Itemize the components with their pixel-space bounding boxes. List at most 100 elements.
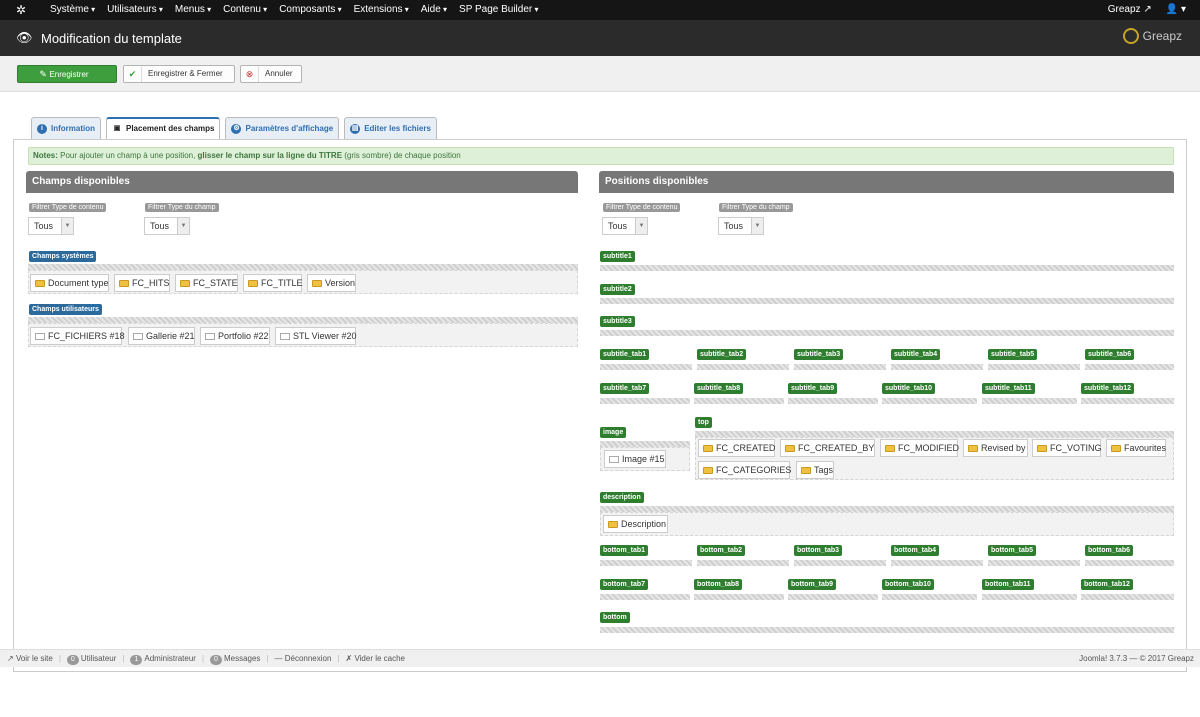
field-item[interactable]: Document type: [30, 274, 109, 292]
field-label: Version: [325, 278, 356, 288]
field-label: Portfolio #22: [218, 331, 269, 341]
position-dropzone[interactable]: [1085, 560, 1174, 566]
field-item[interactable]: Favourites: [1106, 439, 1166, 457]
position-dropzone[interactable]: [697, 364, 789, 370]
menu-components[interactable]: Composants: [273, 0, 347, 20]
position-dropzone[interactable]: [788, 594, 878, 600]
folder-icon: [785, 445, 795, 452]
field-item[interactable]: Version: [307, 274, 356, 292]
tab-label: Placement des champs: [126, 124, 215, 133]
menu-system[interactable]: Système: [44, 0, 101, 20]
cancel-button[interactable]: ⊗ Annuler: [240, 65, 302, 83]
position-dropzone[interactable]: [891, 560, 983, 566]
position-dropzone[interactable]: [600, 560, 692, 566]
content-type-select[interactable]: Tous ▼: [28, 217, 74, 235]
position-dropzone[interactable]: [982, 398, 1077, 404]
position-dropzone[interactable]: [1085, 364, 1174, 370]
field-item[interactable]: FC_CATEGORIES: [698, 461, 791, 479]
position-dropzone[interactable]: [794, 560, 886, 566]
field-item[interactable]: FC_HITS: [114, 274, 170, 292]
field-item[interactable]: FC_FICHIERS #18: [30, 327, 125, 345]
field-item[interactable]: FC_CREATED_BY: [780, 439, 875, 457]
menu-menus[interactable]: Menus: [169, 0, 217, 20]
folder-icon: [35, 280, 45, 287]
tab-edit-files[interactable]: ▤ Editer les fichiers: [344, 117, 437, 139]
field-item[interactable]: FC_TITLE: [243, 274, 303, 292]
field-item[interactable]: Image #15: [604, 450, 666, 468]
users-link[interactable]: 0 Utilisateur: [66, 650, 116, 668]
field-label: STL Viewer #20: [293, 331, 357, 341]
messages-link[interactable]: 0 Messages: [210, 650, 260, 668]
site-link[interactable]: Greapz ↗: [1108, 0, 1152, 20]
position-dropzone[interactable]: [891, 364, 983, 370]
field-item[interactable]: STL Viewer #20: [275, 327, 357, 345]
position-dropzone[interactable]: [600, 398, 690, 404]
note-text: (gris sombre) de chaque position: [342, 151, 461, 160]
position-dropzone[interactable]: [882, 594, 977, 600]
menu-sp-page-builder[interactable]: SP Page Builder: [453, 0, 544, 20]
tab-information[interactable]: i Information: [31, 117, 101, 139]
position-dropzone[interactable]: [988, 560, 1080, 566]
field-item[interactable]: FC_MODIFIED: [880, 439, 959, 457]
field-item[interactable]: FC_CREATED: [698, 439, 775, 457]
content-type-select[interactable]: Tous ▼: [602, 217, 648, 235]
brand-circle-icon: [1122, 28, 1139, 44]
save-label: Enregistrer: [49, 70, 89, 79]
tab-field-placement[interactable]: ▣ Placement des champs: [106, 117, 221, 139]
position-bottom-tab: bottom_tab1: [600, 545, 648, 556]
position-dropzone[interactable]: [982, 594, 1077, 600]
menu-users[interactable]: Utilisateurs: [101, 0, 169, 20]
position-dropzone[interactable]: [988, 364, 1080, 370]
field-item[interactable]: FC_STATE: [175, 274, 238, 292]
position-dropzone[interactable]: [1081, 594, 1174, 600]
messages-label: Messages: [223, 654, 261, 663]
note-text: Pour ajouter un champ à une position,: [57, 151, 198, 160]
joomla-logo-icon[interactable]: ✲: [14, 3, 28, 17]
position-dropzone[interactable]: [697, 560, 789, 566]
field-item[interactable]: Revised by: [963, 439, 1028, 457]
clear-cache-link[interactable]: ✗ Vider le cache: [346, 650, 406, 668]
user-menu[interactable]: 👤 ▾: [1166, 0, 1186, 20]
field-item[interactable]: FC_VOTING: [1032, 439, 1102, 457]
field-type-select[interactable]: Tous ▼: [144, 217, 190, 235]
position-dropzone[interactable]: [694, 594, 784, 600]
position-bottom-tab: bottom_tab7: [600, 579, 648, 590]
field-item[interactable]: Gallerie #21: [128, 327, 195, 345]
field-label: FC_STATE: [193, 278, 238, 288]
position-dropzone[interactable]: [1081, 398, 1174, 404]
menu-help[interactable]: Aide: [415, 0, 453, 20]
admins-link[interactable]: 1 Administrateur: [130, 650, 196, 668]
folder-icon: [180, 280, 190, 287]
menu-extensions[interactable]: Extensions: [348, 0, 415, 20]
position-bottom-tab: bottom_tab3: [794, 545, 842, 556]
position-dropzone[interactable]: [600, 594, 690, 600]
field-label: Tags: [814, 465, 834, 475]
folder-icon: [248, 280, 258, 287]
folder-icon: [968, 445, 978, 452]
position-dropzone[interactable]: [600, 627, 1174, 633]
note-bold: glisser le champ sur la ligne du TITRE: [197, 151, 343, 160]
separator: |: [58, 654, 61, 663]
field-type-select[interactable]: Tous ▼: [718, 217, 764, 235]
logout-link[interactable]: — Déconnexion: [275, 650, 332, 668]
field-item[interactable]: Tags: [796, 461, 834, 479]
position-dropzone[interactable]: [600, 364, 692, 370]
position-dropzone[interactable]: [882, 398, 977, 404]
position-dropzone[interactable]: [600, 298, 1174, 304]
field-item[interactable]: Description: [603, 515, 668, 533]
version-text: Joomla! 3.7.3 — © 2017 Greapz: [1079, 654, 1194, 663]
position-dropzone[interactable]: [600, 330, 1174, 336]
view-site-link[interactable]: ↗ Voir le site: [7, 650, 53, 668]
position-bottom-tab: bottom_tab12: [1081, 579, 1133, 590]
position-dropzone[interactable]: [694, 398, 784, 404]
save-close-button[interactable]: ✔ Enregistrer & Fermer: [123, 65, 235, 83]
tab-display-settings[interactable]: ⚙ Paramètres d'affichage: [225, 117, 340, 139]
menu-content[interactable]: Contenu: [217, 0, 273, 20]
folder-icon: [119, 280, 129, 287]
position-dropzone[interactable]: [600, 265, 1174, 271]
save-button[interactable]: ✎ Enregistrer: [17, 65, 117, 83]
field-item[interactable]: Portfolio #22: [200, 327, 270, 345]
position-dropzone[interactable]: [788, 398, 878, 404]
position-dropzone[interactable]: [794, 364, 886, 370]
status-links: ↗ Voir le site | 0 Utilisateur | 1 Adminis…: [7, 650, 405, 668]
